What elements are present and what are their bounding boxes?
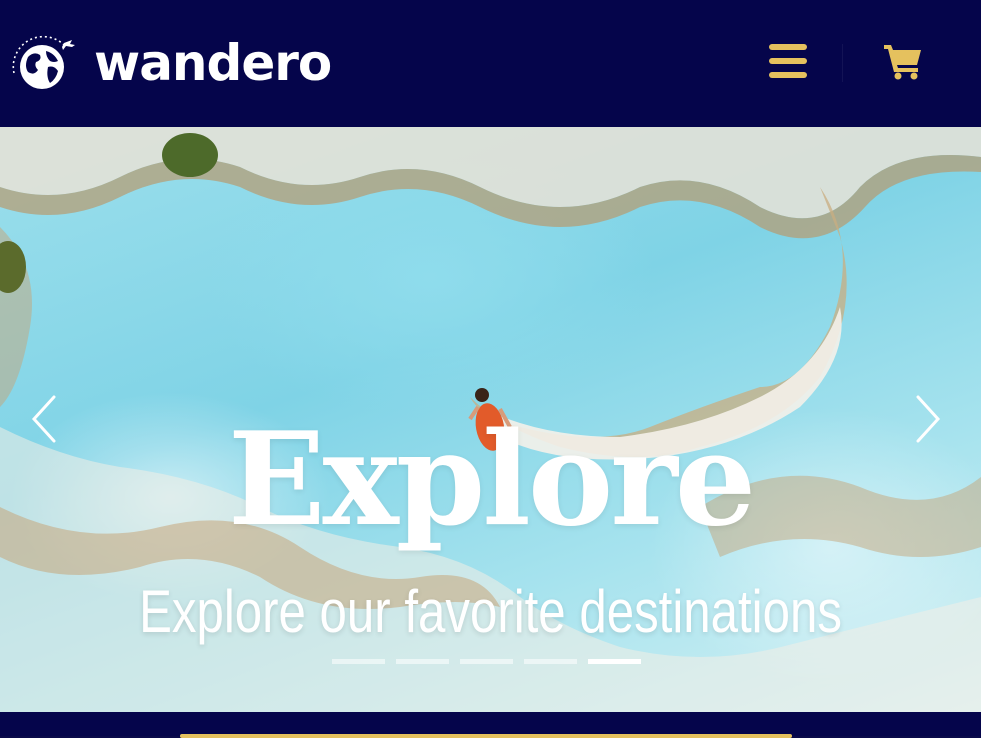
header-divider xyxy=(842,44,843,82)
slide-dot-2[interactable] xyxy=(396,659,449,664)
slide-dot-4[interactable] xyxy=(524,659,577,664)
cart-icon xyxy=(884,45,921,80)
hero-subtitle: Explore our favorite destinations xyxy=(139,578,842,645)
hamburger-icon xyxy=(769,44,807,50)
site-header: wandero xyxy=(0,0,981,127)
slide-dot-5[interactable] xyxy=(588,659,641,664)
brand-logo[interactable]: wandero xyxy=(6,33,332,93)
slider-pagination xyxy=(332,659,641,664)
brand-name: wandero xyxy=(94,34,332,92)
footer-strip xyxy=(0,712,981,738)
menu-button[interactable] xyxy=(769,44,807,78)
cart-button[interactable] xyxy=(883,42,923,80)
globe-plane-icon xyxy=(12,35,75,89)
slide-dot-1[interactable] xyxy=(332,659,385,664)
slide-dot-3[interactable] xyxy=(460,659,513,664)
hero-title: Explore xyxy=(227,405,756,555)
hero-slider: Explore Explore our favorite destination… xyxy=(0,127,981,712)
cta-button-edge[interactable] xyxy=(180,734,792,738)
